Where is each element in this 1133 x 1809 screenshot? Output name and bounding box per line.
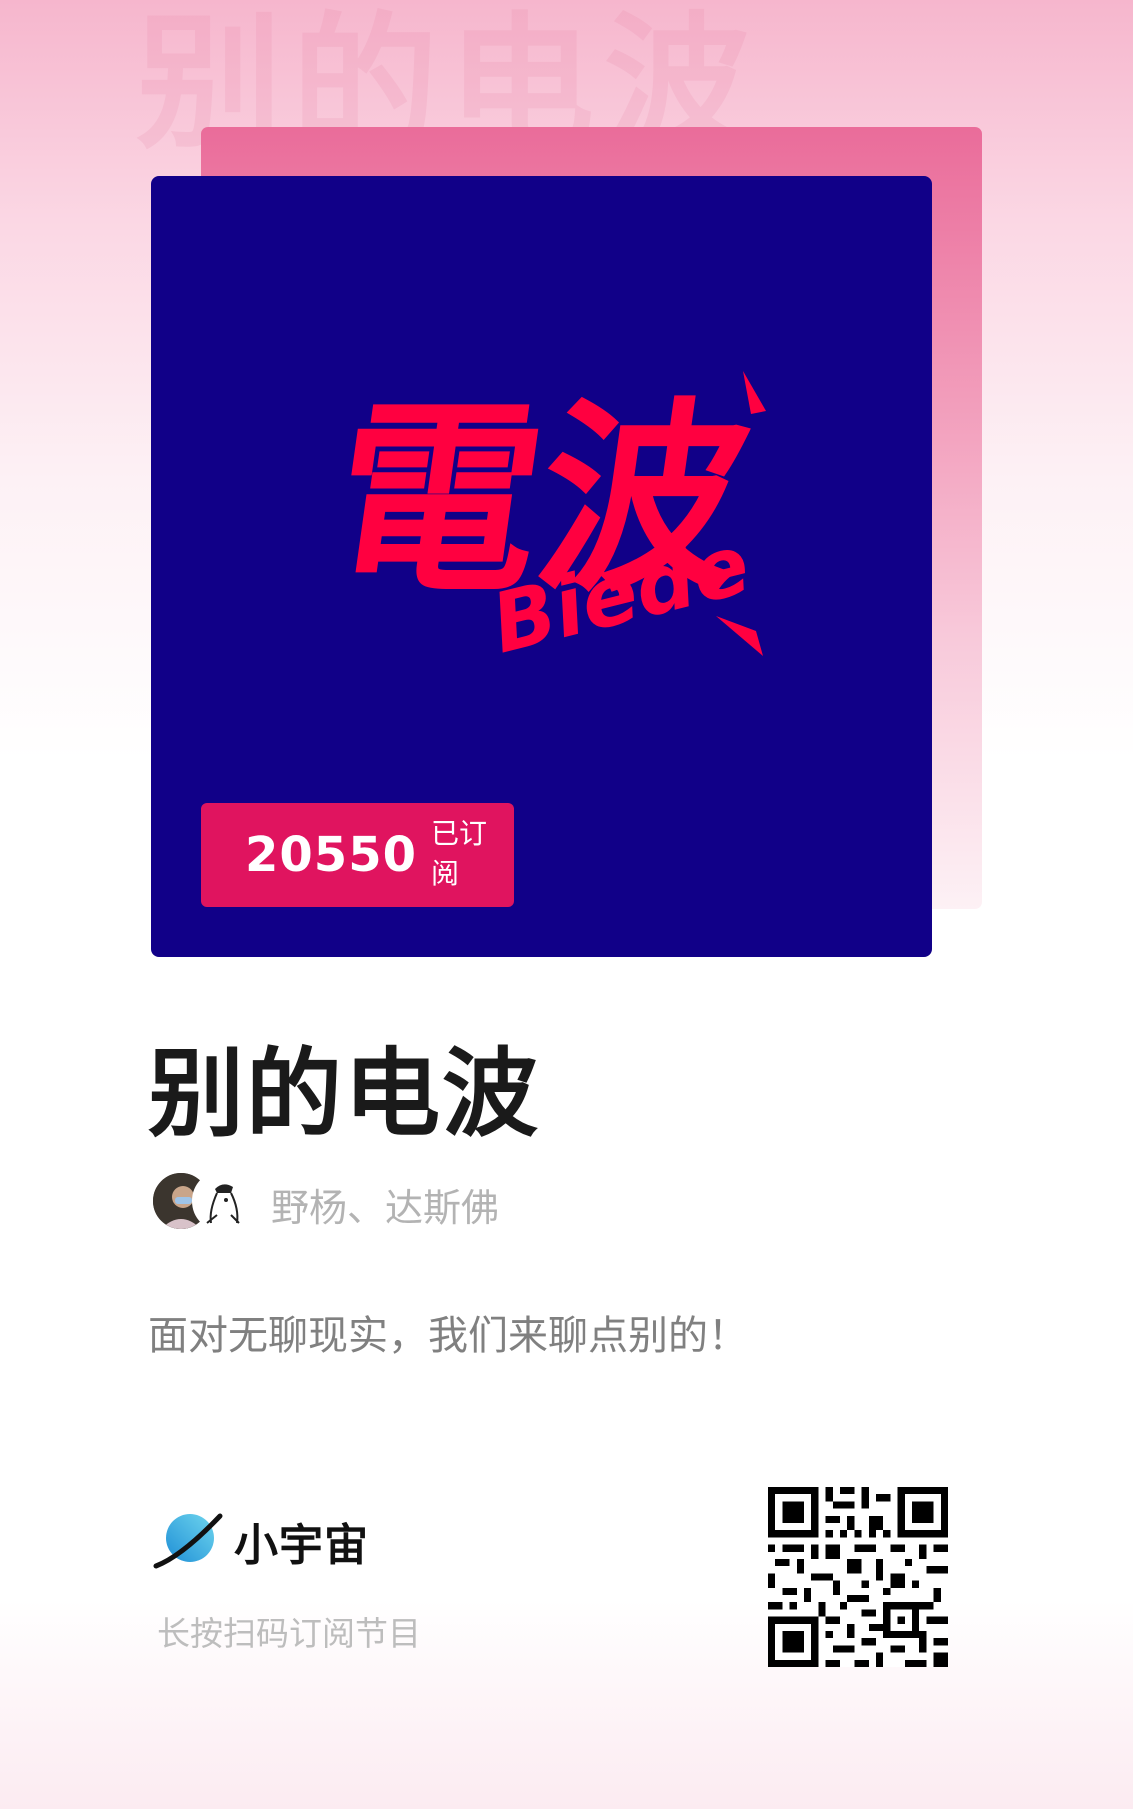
podcast-description: 面对无聊现实，我们来聊点别的！ [148,1313,748,1359]
host-avatars[interactable] [150,1170,254,1232]
podcast-cover[interactable]: 電波 Biede 20550 已订阅 [151,176,932,957]
planet-icon [153,1513,223,1569]
host-names[interactable]: 野杨、达斯佛 [271,1177,499,1232]
avatar[interactable] [192,1170,254,1232]
subscriber-badge: 20550 已订阅 [201,803,514,907]
qr-code[interactable] [768,1487,948,1667]
scan-hint: 长按扫码订阅节目 [157,1614,421,1653]
brand-logo: 小宇宙 [152,1509,369,1573]
subscriber-count: 20550 [245,827,417,883]
host-cartoon-icon [195,1173,251,1229]
podcast-title: 别的电波 [148,1038,540,1150]
brand-name: 小宇宙 [234,1520,369,1571]
qr-code-graphic [768,1487,948,1667]
subscriber-label: 已订阅 [431,817,488,890]
